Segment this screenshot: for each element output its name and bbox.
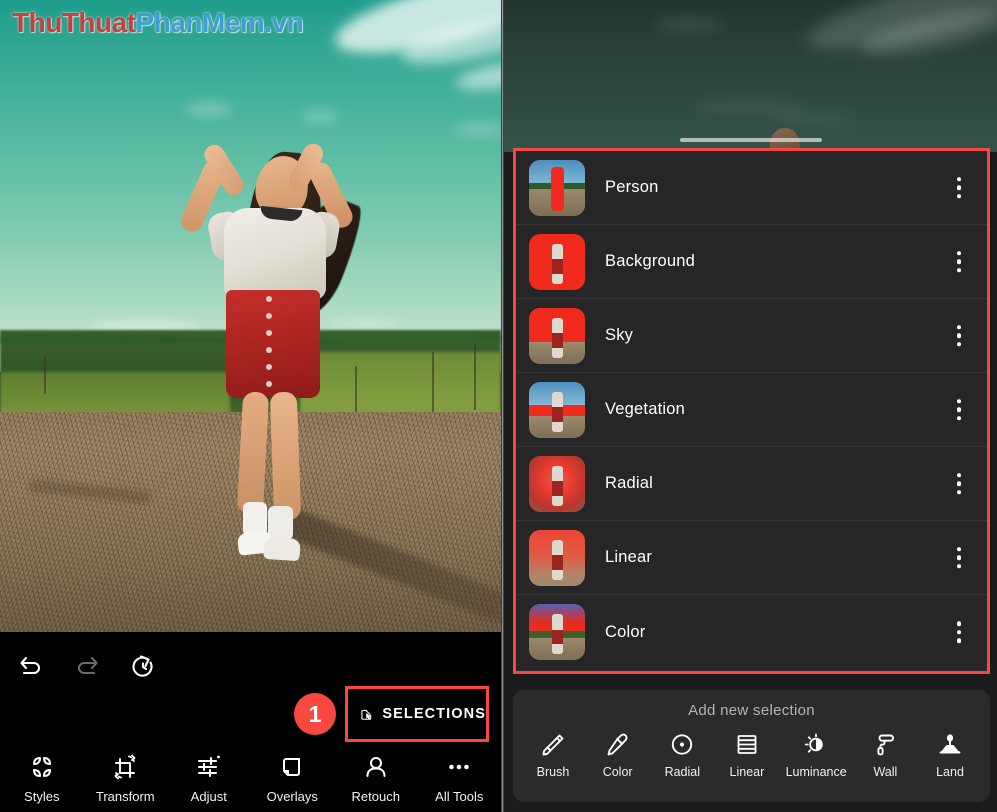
eyedropper-icon [607,733,628,756]
retouch-icon [366,757,386,777]
selection-label: Linear [605,548,653,566]
sidebar-item-all-tools[interactable]: All Tools [419,752,499,804]
add-tool-land[interactable]: Land [924,731,976,779]
add-tool-luminance[interactable]: Luminance [786,731,847,779]
watermark-part-two: PhanMem.vn [135,7,304,38]
selections-icon [361,709,372,720]
selection-label: Radial [605,474,653,492]
overlays-icon [283,758,301,776]
photo-canvas[interactable]: ThuThuatPhanMem.vn [0,0,501,632]
selections-button[interactable]: SELECTIONS [345,686,489,742]
add-tool-wall[interactable]: Wall [859,731,911,779]
linear-icon [737,735,757,754]
photo-subject [0,0,501,632]
add-new-selection-panel: Add new selection Brush Color Radial Lin… [513,690,990,802]
list-item[interactable]: Vegetation [516,373,987,447]
add-tool-label: Color [602,765,633,779]
selection-menu-button[interactable] [953,395,966,425]
selection-menu-button[interactable] [953,321,966,351]
sidebar-item-label: Styles [24,789,60,804]
paint-roller-icon [877,734,895,756]
add-tool-linear[interactable]: Linear [721,731,773,779]
sidebar-item-label: Retouch [351,789,400,804]
transform-icon [114,754,136,780]
sidebar-item-label: Adjust [190,789,227,804]
selection-thumbnail [529,233,585,290]
tool-tabs-row: Styles Transform Adjust Overlays Retouch… [0,752,501,804]
add-tool-label: Linear [729,765,765,779]
all-tools-icon [449,764,470,770]
redo-button[interactable] [70,650,104,684]
app-root: ThuThuatPhanMem.vn Styles Transform Adju… [0,0,997,812]
selection-label: Person [605,178,659,196]
watermark-part-one: ThuThuat [12,7,136,38]
styles-icon [32,757,51,777]
sidebar-item-adjust[interactable]: Adjust [169,752,249,804]
add-tool-label: Land [936,765,964,779]
selection-thumbnail [529,159,585,216]
dimmed-photo-preview[interactable] [504,0,997,152]
add-tool-label: Wall [873,765,898,779]
selection-thumbnail [529,529,585,586]
selection-label: Vegetation [605,400,685,418]
reset-button[interactable] [126,650,160,684]
sidebar-item-styles[interactable]: Styles [2,752,82,804]
redo-icon [78,656,98,675]
sidebar-item-overlays[interactable]: Overlays [252,752,332,804]
selection-menu-button[interactable] [953,173,966,203]
selections-list: Person Background Sky Vegetation Radial … [513,148,990,674]
list-item[interactable]: Person [516,151,987,225]
sidebar-item-label: All Tools [435,789,484,804]
site-watermark: ThuThuatPhanMem.vn [12,7,304,39]
selection-label: Color [605,622,646,641]
undo-icon [20,656,40,675]
radial-icon [672,734,693,755]
add-tool-brush[interactable]: Brush [527,731,579,779]
sidebar-item-retouch[interactable]: Retouch [336,752,416,804]
add-tool-radial[interactable]: Radial [656,731,708,779]
list-item[interactable]: Linear [516,521,987,595]
add-panel-title: Add new selection [688,702,815,719]
brush-icon [542,734,564,756]
sidebar-item-label: Overlays [266,789,318,804]
sidebar-item-transform[interactable]: Transform [85,752,165,804]
add-tool-color[interactable]: Color [592,731,644,779]
sidebar-item-label: Transform [95,789,155,804]
selection-menu-button[interactable] [953,469,966,499]
add-tool-label: Luminance [785,765,847,779]
list-item[interactable]: Color [516,595,987,669]
step-badge-1: 1 [294,693,336,735]
list-item[interactable]: Background [516,225,987,299]
selections-button-label: SELECTIONS [382,706,486,722]
selection-menu-button[interactable] [953,543,966,573]
landscape-icon [939,734,961,754]
selection-thumbnail [529,455,585,512]
add-tool-label: Radial [664,765,700,779]
selection-menu-button[interactable] [953,247,966,277]
editor-preview-pane: ThuThuatPhanMem.vn Styles Transform Adju… [0,0,501,812]
panel-drag-handle[interactable] [680,138,822,142]
list-item[interactable]: Radial [516,447,987,521]
undo-button[interactable] [14,650,48,684]
selection-thumbnail [529,381,585,438]
selection-label: Background [605,252,696,270]
adjust-icon [197,755,220,778]
add-tool-label: Brush [536,765,570,779]
reset-icon [132,655,153,677]
selections-panel-pane: 2 Person Background [504,0,997,812]
selection-thumbnail [529,604,585,660]
selection-menu-button[interactable] [953,617,966,647]
list-item[interactable]: Sky [516,299,987,373]
luminance-icon [805,733,823,753]
selection-thumbnail [529,307,585,364]
selection-label: Sky [605,326,634,344]
